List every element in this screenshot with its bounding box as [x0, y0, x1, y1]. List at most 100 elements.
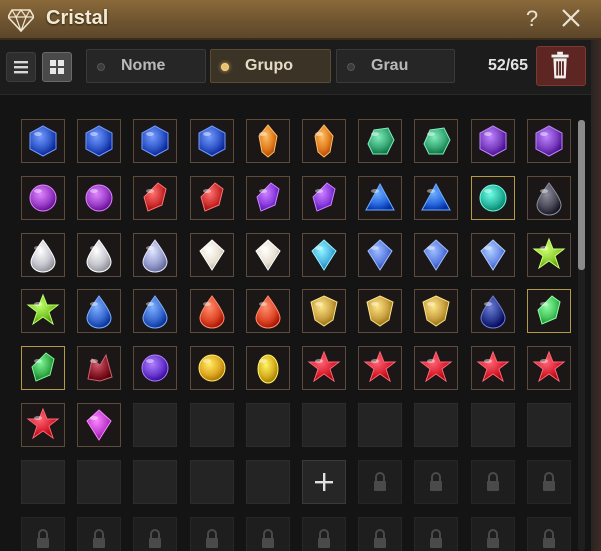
inventory-slot[interactable] — [302, 119, 346, 163]
inventory-slot[interactable] — [414, 289, 459, 334]
locked-slot — [358, 459, 403, 504]
inventory-slot[interactable] — [21, 119, 65, 163]
inventory-slot[interactable] — [21, 175, 65, 220]
scrollbar[interactable] — [578, 120, 585, 551]
empty-slot[interactable] — [189, 459, 234, 504]
inventory-slot[interactable] — [77, 289, 122, 334]
inventory-slot[interactable] — [470, 119, 515, 163]
inventory-slot[interactable] — [77, 232, 122, 277]
gem-gold-orb-icon — [198, 354, 226, 382]
empty-slot[interactable] — [245, 459, 290, 504]
empty-slot[interactable] — [526, 403, 571, 447]
inventory-slot[interactable] — [302, 289, 346, 334]
inventory-slot[interactable] — [245, 289, 290, 334]
sort-tab-grupo[interactable]: Grupo — [210, 49, 331, 83]
gem-silver-drop-icon — [142, 238, 168, 273]
inventory-slot[interactable] — [414, 175, 459, 220]
inventory-slot[interactable] — [358, 119, 403, 163]
add-slot-button[interactable] — [302, 459, 346, 504]
inventory-slot[interactable] — [189, 232, 234, 277]
inventory-slot[interactable] — [358, 232, 403, 277]
gem-purple-hex-icon — [479, 125, 507, 157]
help-button[interactable]: ? — [522, 6, 542, 32]
lock-icon — [374, 471, 387, 491]
inventory-slot[interactable] — [77, 346, 122, 391]
inventory-slot[interactable] — [245, 175, 290, 220]
inventory-slot[interactable] — [21, 403, 65, 447]
empty-slot[interactable] — [302, 403, 346, 447]
gem-orange-fire-icon — [314, 124, 334, 158]
inventory-slot[interactable] — [470, 289, 515, 334]
inventory-slot[interactable] — [358, 346, 403, 391]
close-icon[interactable] — [558, 5, 584, 31]
empty-slot[interactable] — [358, 403, 403, 447]
grid-view-button[interactable] — [42, 52, 72, 82]
inventory-slot[interactable] — [470, 346, 515, 391]
scroll-thumb[interactable] — [578, 120, 585, 270]
inventory-slot[interactable] — [302, 175, 346, 220]
inventory-slot[interactable] — [414, 119, 459, 163]
inventory-slot[interactable] — [245, 232, 290, 277]
inventory-slot[interactable] — [245, 119, 290, 163]
inventory-slot[interactable] — [358, 175, 403, 220]
empty-slot[interactable] — [133, 403, 178, 447]
inventory-slot[interactable] — [414, 232, 459, 277]
inventory-slot[interactable] — [302, 346, 346, 391]
inventory-slot[interactable] — [526, 232, 571, 277]
gem-red-drop-icon — [199, 295, 225, 329]
delete-button[interactable] — [536, 46, 586, 86]
locked-slot — [245, 516, 290, 551]
inventory-slot[interactable] — [133, 232, 178, 277]
empty-slot[interactable] — [470, 403, 515, 447]
inventory-slot[interactable] — [133, 175, 178, 220]
inventory-slot[interactable] — [526, 289, 571, 334]
sort-tab-nome[interactable]: Nome — [86, 49, 206, 83]
background-edge — [591, 40, 601, 551]
inventory-slot[interactable] — [189, 175, 234, 220]
inventory-slot[interactable] — [77, 175, 122, 220]
gem-purple-orb-icon — [141, 354, 169, 382]
gem-silver-drop-icon — [86, 238, 112, 273]
title-bar[interactable]: Cristal ? — [0, 0, 601, 40]
gem-teal-round-icon — [479, 184, 507, 212]
inventory-slot[interactable] — [21, 346, 65, 391]
sort-tab-grau[interactable]: Grau — [336, 49, 455, 83]
empty-slot[interactable] — [189, 403, 234, 447]
inventory-slot[interactable] — [21, 289, 65, 334]
inventory-slot[interactable] — [189, 289, 234, 334]
inventory-slot[interactable] — [526, 119, 571, 163]
lock-icon — [261, 528, 274, 548]
inventory-slot[interactable] — [526, 175, 571, 220]
inventory-slot[interactable] — [470, 232, 515, 277]
locked-slot — [526, 459, 571, 504]
gem-red-shard-icon — [200, 182, 224, 212]
inventory-slot[interactable] — [245, 346, 290, 391]
inventory-slot[interactable] — [302, 232, 346, 277]
gem-green-star-icon — [26, 294, 60, 326]
empty-slot[interactable] — [77, 459, 122, 504]
inventory-slot[interactable] — [526, 346, 571, 391]
gem-violet-shard-icon — [312, 182, 336, 212]
inventory-slot[interactable] — [21, 232, 65, 277]
list-view-button[interactable] — [6, 52, 36, 82]
gem-gold-shield-icon — [422, 295, 450, 327]
inventory-slot[interactable] — [189, 346, 234, 391]
inventory-slot[interactable] — [358, 289, 403, 334]
inventory-slot[interactable] — [189, 119, 234, 163]
inventory-slot[interactable] — [470, 175, 515, 220]
lock-icon — [93, 528, 106, 548]
lock-icon — [318, 528, 330, 548]
cristal-window: Cristal ? Nome Grupo Grau 52/65 — [0, 0, 601, 551]
empty-slot[interactable] — [414, 403, 459, 447]
radio-dot — [347, 63, 355, 71]
empty-slot[interactable] — [133, 459, 178, 504]
inventory-slot[interactable] — [77, 403, 122, 447]
inventory-slot[interactable] — [414, 346, 459, 391]
gem-red-star-icon — [363, 350, 397, 383]
inventory-slot[interactable] — [133, 346, 178, 391]
inventory-slot[interactable] — [133, 289, 178, 334]
inventory-slot[interactable] — [77, 119, 122, 163]
empty-slot[interactable] — [245, 403, 290, 447]
empty-slot[interactable] — [21, 459, 65, 504]
inventory-slot[interactable] — [133, 119, 178, 163]
